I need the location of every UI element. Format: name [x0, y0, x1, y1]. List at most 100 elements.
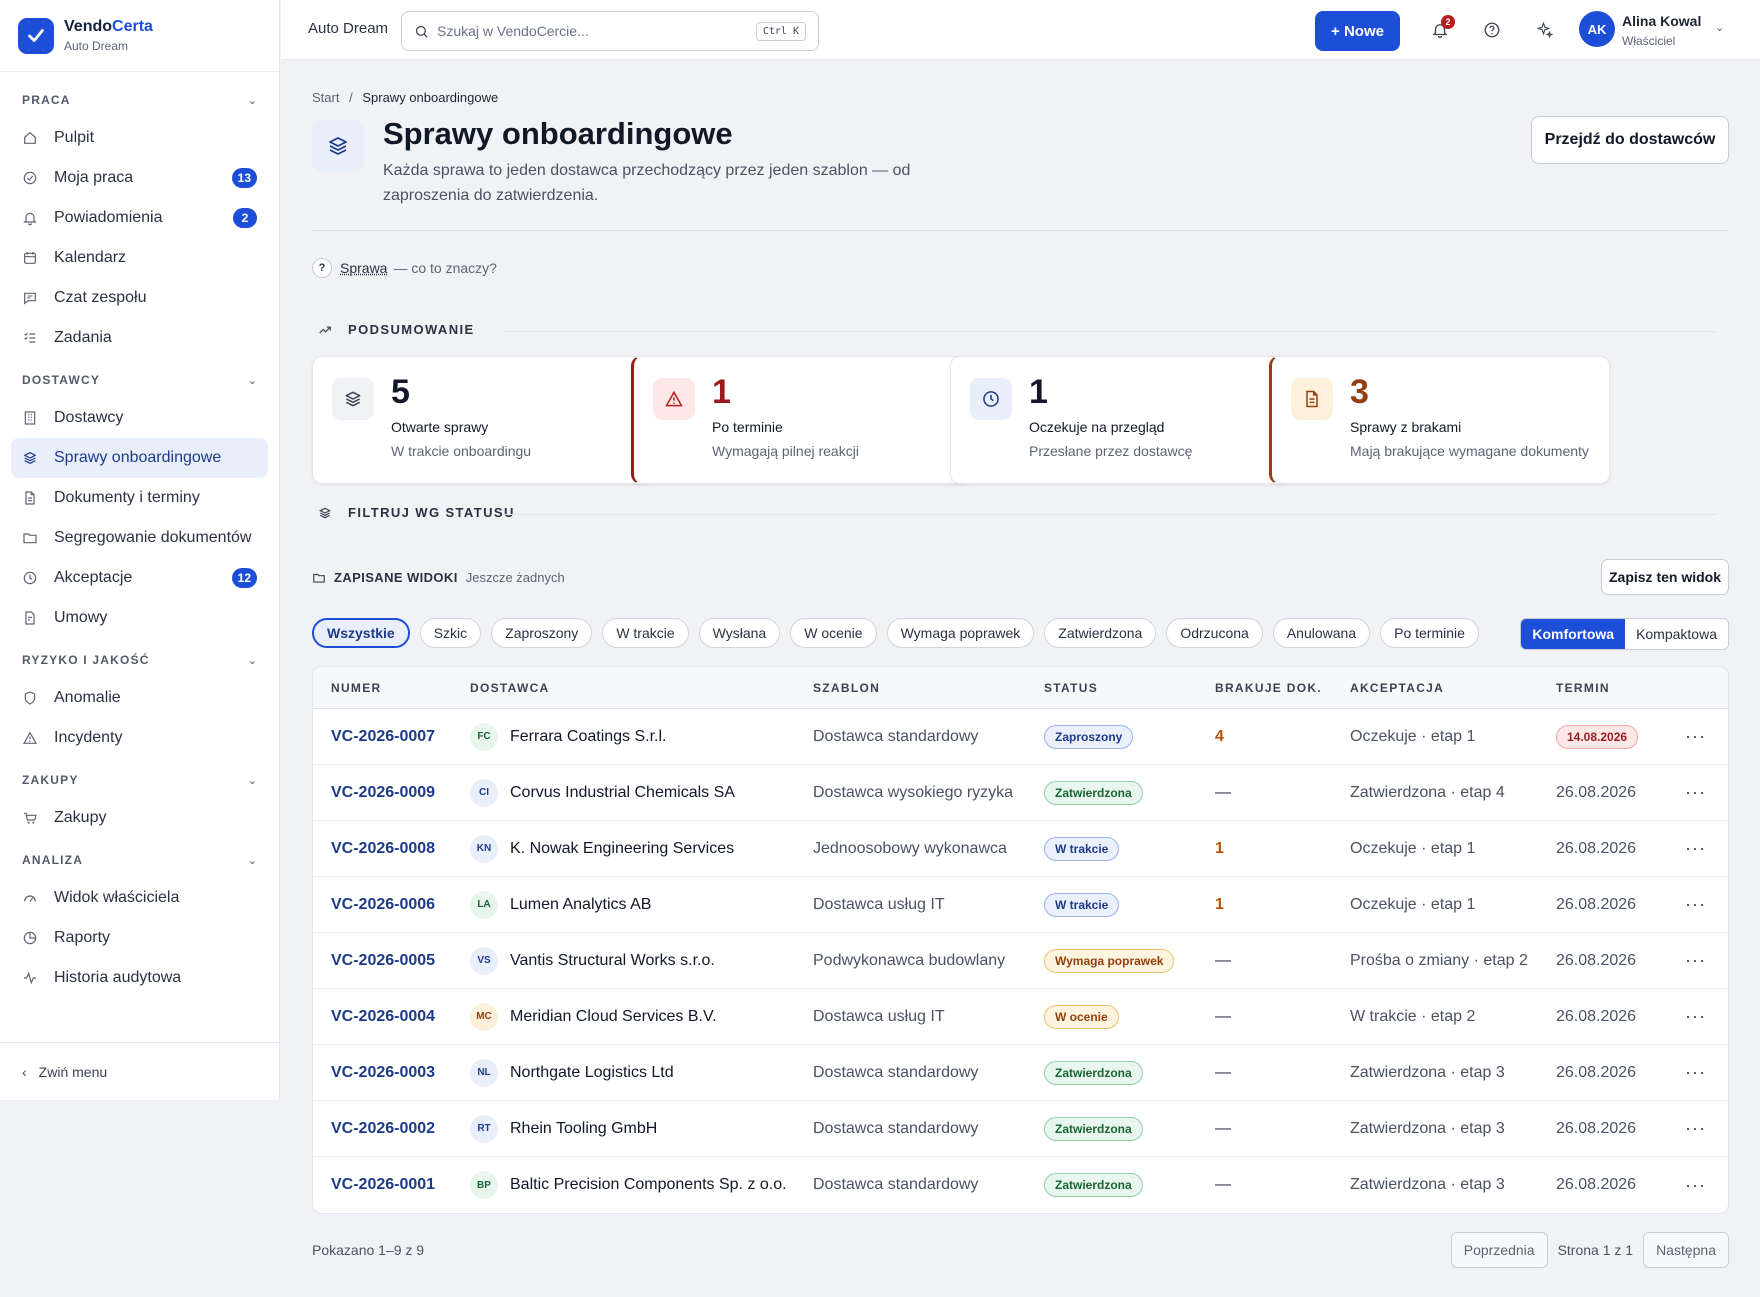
more-actions-icon[interactable]: ···	[1685, 726, 1706, 747]
summary-card-sprawy-z-brakami[interactable]: 3 Sprawy z brakami Mają brakujące wymagane…	[1269, 356, 1610, 484]
sidebar-item-kalendarz[interactable]: Kalendarz	[11, 238, 268, 278]
previous-page-button[interactable]: Poprzednia	[1450, 1232, 1548, 1268]
sidebar-item-czat-zespolu[interactable]: Czat zespołu	[11, 278, 268, 318]
filter-chip-zaproszony[interactable]: Zaproszony	[491, 618, 593, 648]
nav-section-ryzyko-i-jakosc[interactable]: RYZYKO I JAKOŚĆ ⌄	[0, 642, 279, 678]
new-button[interactable]: + Nowe	[1315, 11, 1400, 51]
save-view-button[interactable]: Zapisz ten widok	[1601, 559, 1729, 595]
table-row[interactable]: VC-2026-0005 VS Vantis Structural Works s.…	[313, 933, 1728, 989]
case-number-link[interactable]: VC-2026-0001	[331, 1176, 435, 1194]
notifications-button[interactable]: 2	[1429, 15, 1455, 41]
more-actions-icon[interactable]: ···	[1685, 894, 1706, 915]
more-actions-icon[interactable]: ···	[1685, 950, 1706, 971]
filter-chip-wyslana[interactable]: Wysłana	[698, 618, 781, 648]
more-actions-icon[interactable]: ···	[1685, 838, 1706, 859]
nav-section-dostawcy[interactable]: DOSTAWCY ⌄	[0, 362, 279, 398]
filter-chip-odrzucona[interactable]: Odrzucona	[1166, 618, 1263, 648]
more-actions-icon[interactable]: ···	[1685, 1006, 1706, 1027]
case-number-link[interactable]: VC-2026-0009	[331, 784, 435, 802]
help-term[interactable]: ? Sprawa — co to znaczy?	[312, 258, 497, 278]
more-actions-icon[interactable]: ···	[1685, 1118, 1706, 1139]
case-number-link[interactable]: VC-2026-0003	[331, 1064, 435, 1082]
count-badge: 12	[231, 568, 257, 588]
table-row[interactable]: VC-2026-0006 LA Lumen Analytics AB Dostawca…	[313, 877, 1728, 933]
assistant-button[interactable]	[1534, 19, 1556, 41]
nav-section-title: ANALIZA	[22, 853, 84, 867]
filter-chip-zatwierdzona[interactable]: Zatwierdzona	[1044, 618, 1157, 648]
summary-value: 5	[391, 373, 410, 411]
case-number-link[interactable]: VC-2026-0006	[331, 896, 435, 914]
filter-chip-w-ocenie[interactable]: W ocenie	[790, 618, 877, 648]
sidebar-item-powiadomienia[interactable]: Powiadomienia 2	[11, 198, 268, 238]
user-name[interactable]: Alina Kowal	[1622, 13, 1701, 29]
more-actions-icon[interactable]: ···	[1685, 782, 1706, 803]
nav-section-praca[interactable]: PRACA ⌄	[0, 82, 279, 118]
sidebar-item-pulpit[interactable]: Pulpit	[11, 118, 268, 158]
filter-chip-wymaga-poprawek[interactable]: Wymaga poprawek	[886, 618, 1035, 648]
column-header-brakuje-dok[interactable]: BRAKUJE DOK.	[1215, 681, 1322, 695]
nav-section-zakupy[interactable]: ZAKUPY ⌄	[0, 762, 279, 798]
summary-card-otwarte-sprawy[interactable]: 5 Otwarte sprawy W trakcie onboardingu	[312, 356, 653, 484]
sidebar-item-label: Raporty	[54, 929, 111, 946]
filter-chip-anulowana[interactable]: Anulowana	[1272, 618, 1371, 648]
next-page-button[interactable]: Następna	[1643, 1232, 1729, 1268]
sidebar-item-dostawcy[interactable]: Dostawcy	[11, 398, 268, 438]
chat-icon	[22, 290, 38, 306]
table-row[interactable]: VC-2026-0008 KN K. Nowak Engineering Servi…	[313, 821, 1728, 877]
case-number-link[interactable]: VC-2026-0002	[331, 1120, 435, 1138]
sidebar-item-anomalie[interactable]: Anomalie	[11, 678, 268, 718]
sidebar-item-segregowanie-dokumentow[interactable]: Segregowanie dokumentów	[11, 518, 268, 558]
collapse-menu-button[interactable]: ‹ Zwiń menu	[0, 1042, 279, 1100]
sidebar-item-incydenty[interactable]: Incydenty	[11, 718, 268, 758]
chevron-down-icon: ⌄	[247, 94, 257, 107]
breadcrumb-home[interactable]: Start	[312, 90, 339, 105]
filter-chip-wszystkie[interactable]: Wszystkie	[312, 618, 410, 648]
due-date: 26.08.2026	[1556, 1007, 1637, 1025]
summary-card-oczekuje-na-przeglad[interactable]: 1 Oczekuje na przegląd Przesłane przez dos…	[950, 356, 1291, 484]
filter-chip-szkic[interactable]: Szkic	[419, 618, 482, 648]
sidebar-item-historia-audytowa[interactable]: Historia audytowa	[11, 958, 268, 998]
summary-subtext: W trakcie onboardingu	[391, 443, 532, 459]
sidebar-item-umowy[interactable]: Umowy	[11, 598, 268, 638]
sidebar-item-raporty[interactable]: Raporty	[11, 918, 268, 958]
more-actions-icon[interactable]: ···	[1685, 1175, 1706, 1196]
nav-section-analiza[interactable]: ANALIZA ⌄	[0, 842, 279, 878]
case-number-link[interactable]: VC-2026-0008	[331, 840, 435, 858]
avatar[interactable]: AK	[1579, 11, 1615, 47]
sidebar-item-widok-wlasciciela[interactable]: Widok właściciela	[11, 878, 268, 918]
table-row[interactable]: VC-2026-0007 FC Ferrara Coatings S.r.l. Dos…	[313, 709, 1728, 765]
case-number-link[interactable]: VC-2026-0005	[331, 952, 435, 970]
table-row[interactable]: VC-2026-0002 RT Rhein Tooling GmbH Dostawca…	[313, 1101, 1728, 1157]
column-header-termin[interactable]: TERMIN	[1556, 681, 1610, 695]
help-term-link[interactable]: Sprawa	[340, 260, 387, 276]
sidebar-item-dokumenty-i-terminy[interactable]: Dokumenty i terminy	[11, 478, 268, 518]
more-actions-icon[interactable]: ···	[1685, 1062, 1706, 1083]
chevron-down-icon[interactable]: ⌄	[1715, 21, 1724, 34]
search-input[interactable]: Szukaj w VendoCercie... Ctrl K	[401, 11, 819, 51]
sidebar-item-zakupy[interactable]: Zakupy	[11, 798, 268, 838]
filter-chip-po-terminie[interactable]: Po terminie	[1380, 618, 1479, 648]
density-option-kompaktowa[interactable]: Kompaktowa	[1625, 619, 1728, 649]
sidebar-item-sprawy-onboardingowe[interactable]: Sprawy onboardingowe	[11, 438, 268, 478]
brand[interactable]: VendoCerta Auto Dream	[0, 0, 279, 72]
table-row[interactable]: VC-2026-0009 CI Corvus Industrial Chemical…	[313, 765, 1728, 821]
column-header-dostawca[interactable]: DOSTAWCA	[470, 681, 550, 695]
case-number-link[interactable]: VC-2026-0004	[331, 1008, 435, 1026]
table-row[interactable]: VC-2026-0003 NL Northgate Logistics Ltd Dos…	[313, 1045, 1728, 1101]
sidebar-item-akceptacje[interactable]: Akceptacje 12	[11, 558, 268, 598]
column-header-numer[interactable]: NUMER	[331, 681, 382, 695]
sidebar-item-zadania[interactable]: Zadania	[11, 318, 268, 358]
column-header-akceptacja[interactable]: AKCEPTACJA	[1350, 681, 1444, 695]
table-row[interactable]: VC-2026-0004 MC Meridian Cloud Services B.…	[313, 989, 1728, 1045]
column-header-szablon[interactable]: SZABLON	[813, 681, 880, 695]
table-row[interactable]: VC-2026-0001 BP Baltic Precision Component…	[313, 1157, 1728, 1213]
summary-card-po-terminie[interactable]: 1 Po terminie Wymagają pilnej reakcji	[631, 356, 972, 484]
help-button[interactable]	[1481, 19, 1503, 41]
filter-chip-w-trakcie[interactable]: W trakcie	[602, 618, 689, 648]
go-to-suppliers-button[interactable]: Przejdź do dostawców	[1531, 116, 1729, 164]
sidebar-item-moja-praca[interactable]: Moja praca 13	[11, 158, 268, 198]
column-header-status[interactable]: STATUS	[1044, 681, 1098, 695]
template-name: Dostawca standardowy	[813, 1176, 979, 1193]
case-number-link[interactable]: VC-2026-0007	[331, 728, 435, 746]
density-option-komfortowa[interactable]: Komfortowa	[1521, 619, 1626, 649]
